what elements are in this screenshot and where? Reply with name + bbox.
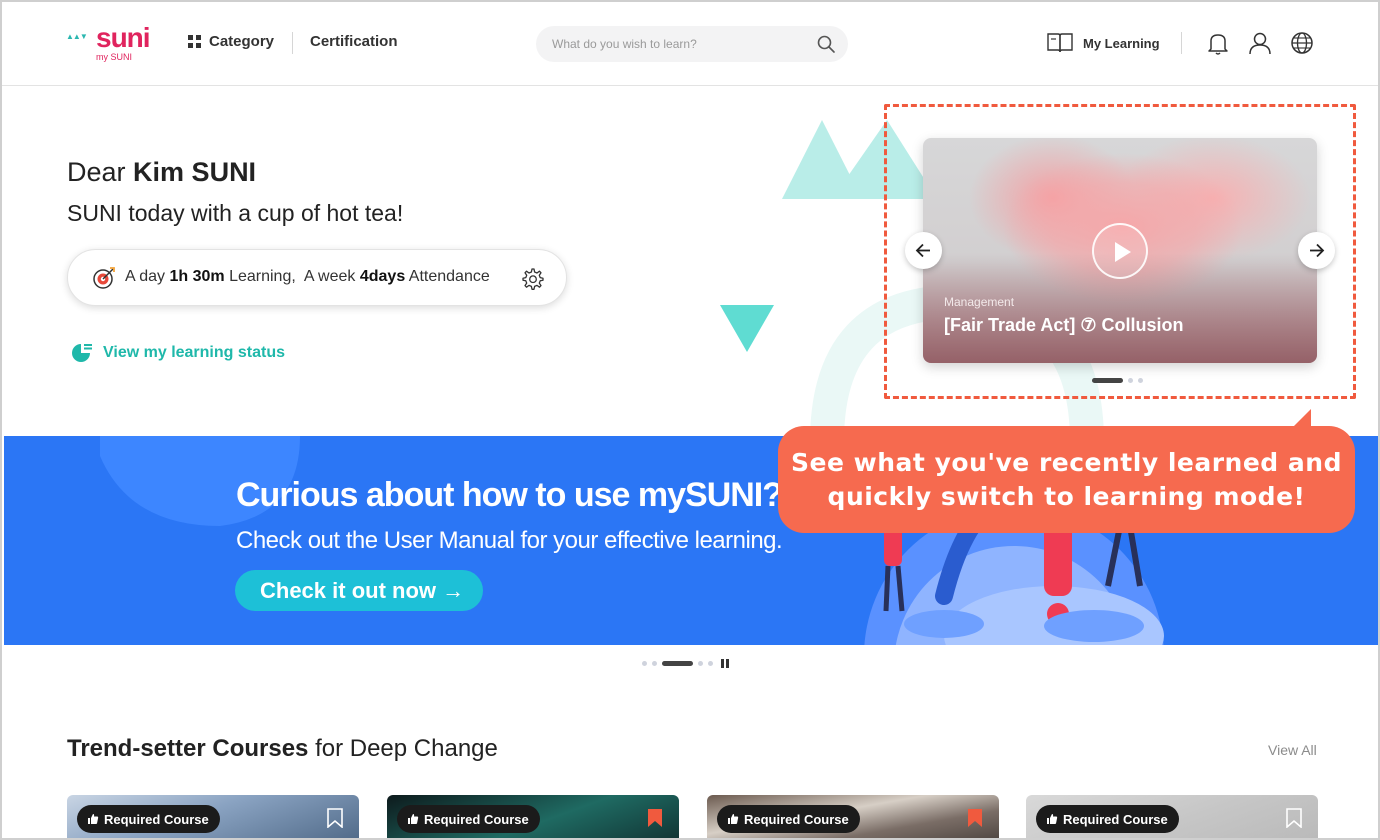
badge-label: Required Course [424, 811, 529, 827]
learning-stats-pill: A day 1h 30m Learning, A week 4days Atte… [67, 249, 567, 306]
pagination-dot[interactable] [708, 661, 713, 666]
course-card[interactable]: Required Course [387, 795, 679, 838]
required-course-badge: Required Course [1036, 805, 1179, 833]
search-input[interactable] [552, 34, 802, 54]
bookmark-filled-icon[interactable] [647, 808, 663, 828]
my-learning-label: My Learning [1083, 35, 1160, 51]
triangle-decoration [720, 305, 774, 352]
day-suffix: Learning, [229, 268, 296, 285]
highlight-outline [884, 104, 1356, 399]
grid-icon [188, 35, 201, 48]
tooltip-line-2: quickly switch to learning mode! [827, 481, 1306, 511]
banner-pagination [642, 659, 729, 668]
pagination-dot-active[interactable] [662, 661, 693, 666]
top-header: ▲▲▼ suni my SUNI Category Certification … [2, 2, 1378, 86]
course-card[interactable]: Required Course [67, 795, 359, 838]
search-icon[interactable] [816, 34, 836, 54]
view-status-label: View my learning status [103, 344, 285, 361]
day-learning-time: 1h 30m [169, 268, 225, 285]
category-menu[interactable]: Category [188, 33, 274, 50]
pie-chart-icon [72, 344, 92, 362]
header-divider [1181, 32, 1182, 54]
badge-label: Required Course [104, 811, 209, 827]
bell-icon[interactable] [1205, 30, 1231, 56]
search-bar [536, 26, 848, 62]
bookmark-icon[interactable] [1286, 808, 1302, 828]
mysuni-logo[interactable]: ▲▲▼ suni my SUNI [66, 22, 162, 66]
target-icon [93, 267, 115, 289]
week-prefix: A week [303, 268, 356, 285]
check-it-out-button[interactable]: Check it out now → [235, 570, 483, 611]
banner-headline: Curious about how to use mySUNI? [236, 476, 783, 514]
thumbs-up-icon [88, 814, 99, 824]
course-card[interactable]: Required Course [1026, 795, 1318, 838]
pause-icon[interactable] [721, 659, 729, 668]
tooltip-tail [1275, 409, 1311, 427]
user-icon[interactable] [1247, 30, 1273, 56]
week-attendance-days: 4days [359, 268, 406, 285]
thumbs-up-icon [1047, 814, 1058, 824]
book-icon [1047, 33, 1073, 53]
category-label: Category [209, 33, 275, 50]
thumbs-up-icon [728, 814, 739, 824]
nav-divider [292, 32, 293, 54]
day-prefix: A day [125, 268, 166, 285]
section-title-rest: for Deep Change [308, 735, 498, 762]
required-course-badge: Required Course [397, 805, 540, 833]
my-learning-link[interactable]: My Learning [1046, 31, 1160, 55]
certification-link[interactable]: Certification [310, 33, 398, 50]
bookmark-icon[interactable] [327, 808, 343, 828]
greeting-prefix: Dear [67, 157, 126, 187]
section-title-bold: Trend-setter Courses [67, 735, 309, 762]
banner-subline: Check out the User Manual for your effec… [236, 527, 783, 554]
thumbs-up-icon [408, 814, 419, 824]
required-course-badge: Required Course [77, 805, 220, 833]
app-window: ▲▲▼ suni my SUNI Category Certification … [0, 0, 1380, 840]
pagination-dot[interactable] [642, 661, 647, 666]
feature-tooltip: See what you've recently learned and qui… [778, 409, 1355, 533]
logo-subtitle: my SUNI [96, 52, 132, 62]
pagination-dot[interactable] [652, 661, 657, 666]
bookmark-filled-icon[interactable] [967, 808, 983, 828]
course-card[interactable]: Required Course [707, 795, 999, 838]
globe-icon[interactable] [1289, 30, 1315, 56]
week-suffix: Attendance [408, 268, 490, 285]
greeting: Dear Kim SUNI [67, 157, 256, 188]
badge-label: Required Course [744, 811, 849, 827]
tooltip-line-1: See what you've recently learned and [791, 447, 1342, 477]
gear-icon[interactable] [520, 267, 544, 291]
section-title: Trend-setter Courses for Deep Change [67, 735, 498, 763]
greeting-subtitle: SUNI today with a cup of hot tea! [67, 200, 404, 226]
learning-stats-text: A day 1h 30m Learning, A week 4days Atte… [125, 268, 490, 286]
pagination-dot[interactable] [698, 661, 703, 666]
view-learning-status-link[interactable]: View my learning status [70, 341, 285, 365]
logo-mark: ▲▲▼ [66, 32, 88, 41]
required-course-badge: Required Course [717, 805, 860, 833]
badge-label: Required Course [1063, 811, 1168, 827]
user-name: Kim SUNI [133, 157, 257, 187]
view-all-link[interactable]: View All [1268, 742, 1317, 758]
logo-wordmark: suni [96, 22, 151, 53]
